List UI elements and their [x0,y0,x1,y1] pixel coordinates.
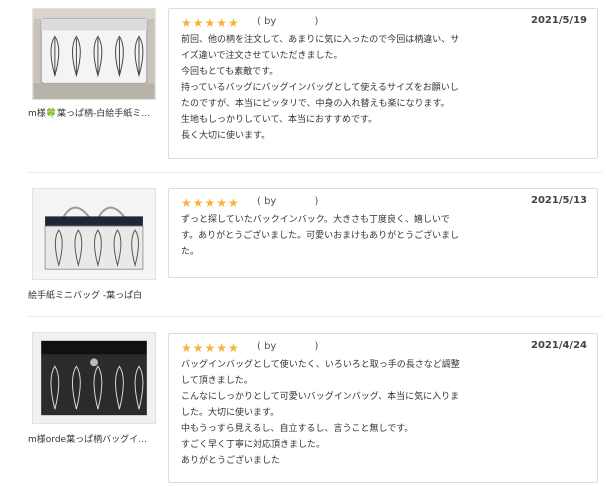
bag-image [33,9,155,99]
product-thumbnail[interactable] [32,8,156,100]
reviewer-name: ( by ) [257,196,319,207]
review-text: ずっと探していたバックインバック。大きさも丁度良く、嬉しいで す。ありがとうござ… [181,215,460,257]
review-date: 2021/5/13 [530,195,587,206]
product-name-link[interactable]: 絵手紙ミニバッグ -葉っぱ白 [28,290,166,302]
rating-stars: ★★★★★ [181,196,240,210]
review-date: 2021/4/24 [530,340,587,351]
rating-stars: ★★★★★ [181,16,240,30]
reviewer-name: ( by ) [257,341,319,352]
product-name-link[interactable]: m様orde葉っぱ柄バッグイ… [28,434,166,446]
review-card: ★★★★★ ( by ) 2021/5/13 ずっと探していたバックインバック。… [168,188,598,278]
review-text: バッグインバッグとして使いたく、いろいろと取っ手の長さなど調整 して頂きました。… [181,360,460,466]
product-thumbnail[interactable] [32,332,156,424]
bag-image [33,333,155,423]
bag-image [33,189,155,279]
divider [28,316,602,317]
reviewer-name: ( by ) [257,16,319,27]
product-thumbnail[interactable] [32,188,156,280]
review-card: ★★★★★ ( by ) 2021/4/24 バッグインバッグとして使いたく、い… [168,333,598,483]
review-text: 前回、他の柄を注文して、あまりに気に入ったので今回は柄違い、サ イズ違いで注文さ… [181,35,460,141]
review-card: ★★★★★ ( by ) 2021/5/19 前回、他の柄を注文して、あまりに気… [168,8,598,159]
rating-stars: ★★★★★ [181,341,240,355]
divider [28,172,602,173]
product-name-link[interactable]: m様🍀葉っぱ柄-白絵手紙ミ… [28,108,166,120]
review-date: 2021/5/19 [530,15,587,26]
